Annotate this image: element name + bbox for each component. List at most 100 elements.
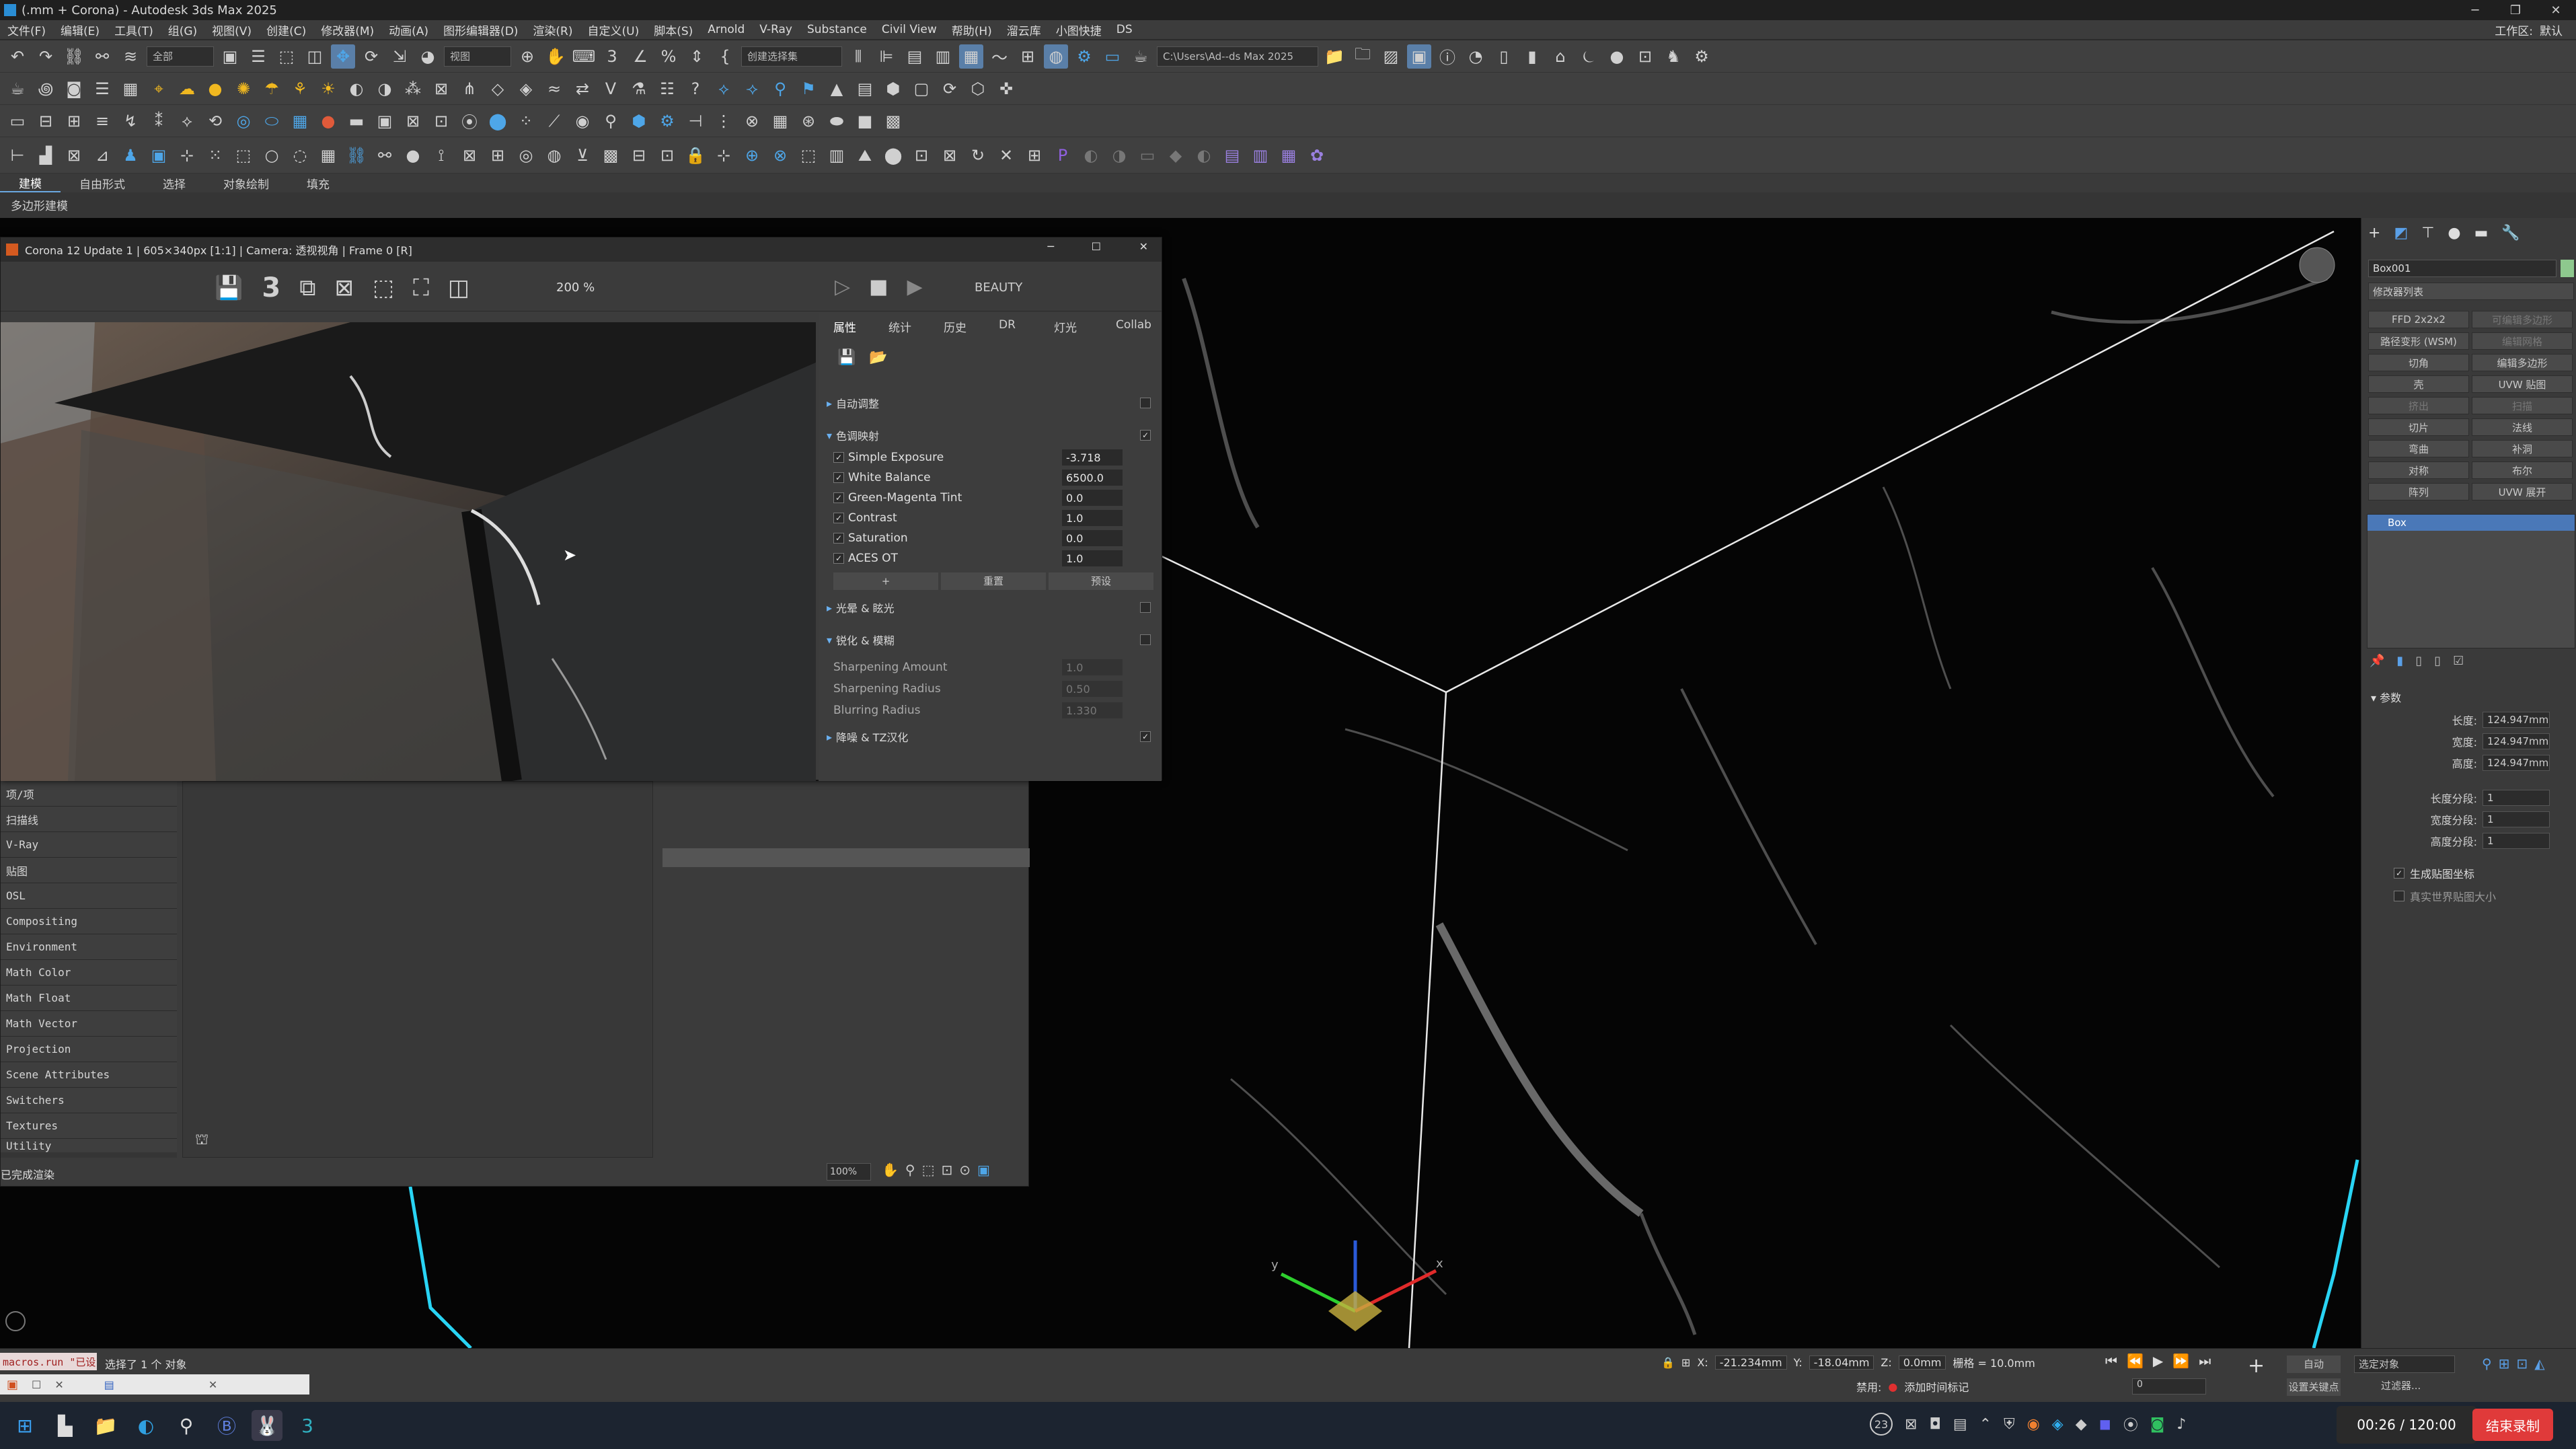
tool-m-icon[interactable]: ⊟ — [34, 109, 58, 133]
tab-populate[interactable]: 填充 — [288, 175, 348, 192]
tab-properties[interactable]: 属性 — [833, 318, 856, 335]
schematic-view-icon[interactable]: ⊞ — [1016, 44, 1040, 69]
zoom-selected-icon[interactable]: ⊙ — [959, 1162, 971, 1178]
list-item[interactable]: Projection — [1, 1037, 177, 1062]
corona-three-icon[interactable]: 3 — [262, 272, 280, 303]
corona-zoom-select[interactable]: 200 % — [556, 281, 595, 295]
tool-ci-icon[interactable]: ✕ — [994, 143, 1018, 168]
param-height-segs-value[interactable]: 1 — [2483, 833, 2550, 849]
menu-customize[interactable]: 自定义(U) — [580, 22, 647, 38]
object-color-swatch[interactable] — [2561, 260, 2574, 277]
fog-icon[interactable]: ≈ — [542, 77, 566, 101]
tool-h-icon[interactable]: ▢ — [909, 77, 934, 101]
tab-window2-icon[interactable]: ▤ — [104, 1378, 114, 1391]
section-tone[interactable]: ▾ 色调映射 ✓ — [827, 426, 1153, 445]
list-item[interactable]: Scene Attributes — [1, 1062, 177, 1088]
tool-ad-icon[interactable]: ⁘ — [514, 109, 538, 133]
app-bunny-icon[interactable]: 🐰 — [252, 1410, 282, 1441]
tool-j-icon[interactable]: ⬡ — [966, 77, 990, 101]
tab-close-icon[interactable]: ✕ — [54, 1378, 63, 1391]
go-start-icon[interactable]: ⏮ — [2105, 1353, 2117, 1369]
corona-maximize-button[interactable]: ☐ — [1092, 240, 1101, 253]
tool-u-icon[interactable]: ⬭ — [260, 109, 284, 133]
white-balance-checkbox[interactable]: ✓ — [833, 472, 844, 483]
tool-bq-icon[interactable]: ⊠ — [457, 143, 482, 168]
tool-e-icon[interactable]: ▲ — [825, 77, 849, 101]
spot-icon[interactable]: ⚘ — [288, 77, 312, 101]
tool-bo-icon[interactable]: ● — [401, 143, 425, 168]
nav-fov-icon[interactable]: ◭ — [2534, 1355, 2544, 1372]
tool-cj-icon[interactable]: ⊞ — [1022, 143, 1047, 168]
gen-uv-option[interactable]: ✓ 生成贴图坐标 — [2394, 865, 2474, 881]
spinner-snap-icon[interactable]: ⇕ — [685, 44, 709, 69]
menu-cloud-lib[interactable]: 溜云库 — [999, 22, 1049, 38]
maximize-button[interactable]: ❐ — [2495, 0, 2536, 20]
ribbon-toggle-icon[interactable]: ▦ — [959, 44, 983, 69]
mod-btn-chamfer[interactable]: 切角 — [2368, 354, 2469, 371]
menu-animation[interactable]: 动画(A) — [381, 22, 436, 38]
list-item[interactable]: Textures — [1, 1113, 177, 1139]
volume-icon[interactable]: ◈ — [514, 77, 538, 101]
stack-item-box[interactable]: Box — [2367, 515, 2575, 531]
mod-btn-extrude[interactable]: 挤出 — [2368, 397, 2469, 414]
tool-aa-icon[interactable]: ⊡ — [429, 109, 453, 133]
reference-coord-combo[interactable]: 视图 — [444, 46, 511, 67]
tool-cq-icon[interactable]: ▤ — [1220, 143, 1244, 168]
pan-icon[interactable]: ✋ — [882, 1162, 899, 1178]
menu-graph-editors[interactable]: 图形编辑器(D) — [436, 22, 525, 38]
tool-bv-icon[interactable]: ▩ — [599, 143, 623, 168]
fx-icon[interactable]: ⚗ — [627, 77, 651, 101]
edge-icon[interactable]: ◐ — [130, 1410, 161, 1441]
snaps-icon[interactable]: 3 — [600, 44, 624, 69]
param-height-value[interactable]: 124.947mm — [2483, 755, 2550, 771]
render-stop-icon[interactable]: ■ — [869, 275, 888, 299]
list-icon[interactable]: ☷ — [655, 77, 679, 101]
unlink-icon[interactable]: ⚯ — [90, 44, 114, 69]
select-object-icon[interactable]: ▣ — [218, 44, 242, 69]
tool-bj-icon[interactable]: ○ — [260, 143, 284, 168]
render-start-icon[interactable]: ▷ — [835, 275, 850, 299]
section-denoise[interactable]: ▸ 降噪 & TZ汉化 ✓ — [827, 727, 1153, 746]
tray-chevron-icon[interactable]: ⌃ — [1979, 1416, 1992, 1433]
tool-ce-icon[interactable]: ⬤ — [881, 143, 905, 168]
add-operator-button[interactable]: + — [833, 572, 938, 590]
minimize-button[interactable]: ─ — [2455, 0, 2495, 20]
lamp-icon[interactable]: ☂ — [260, 77, 284, 101]
list-item[interactable]: Utility — [1, 1139, 177, 1152]
tool-af-icon[interactable]: ◉ — [570, 109, 595, 133]
tab-window-icon[interactable]: ▣ — [7, 1378, 18, 1392]
corona-region-icon[interactable]: ⬚ — [373, 274, 394, 301]
menu-file[interactable]: 文件(F) — [0, 22, 53, 38]
tray-j-icon[interactable]: ♪ — [2176, 1416, 2186, 1433]
bloom-checkbox[interactable] — [1140, 602, 1151, 613]
corona-fit-icon[interactable]: ⛶ — [413, 274, 429, 301]
home-icon[interactable]: ⌂ — [1548, 44, 1573, 69]
frame-icon[interactable]: ⊡ — [1633, 44, 1657, 69]
camera-icon[interactable]: ◙ — [62, 77, 86, 101]
sphere-light-icon[interactable]: ● — [203, 77, 227, 101]
render-icon[interactable]: ☕ — [1129, 44, 1153, 69]
section-auto[interactable]: ▸ 自动调整 — [827, 394, 1153, 412]
green-magenta-value[interactable]: 0.0 — [1062, 490, 1123, 506]
show-end-result-icon[interactable]: ▮ — [2396, 654, 2403, 668]
corona-save-icon[interactable]: 💾 — [215, 274, 243, 301]
tool-bb-icon[interactable]: ▟ — [34, 143, 58, 168]
tool-bu-icon[interactable]: ⊻ — [570, 143, 595, 168]
tool-bf-icon[interactable]: ▣ — [147, 143, 171, 168]
list-item[interactable]: Switchers — [1, 1088, 177, 1113]
params-rollout-title[interactable]: ▾ 参数 — [2371, 689, 2401, 705]
saturation-checkbox[interactable]: ✓ — [833, 533, 844, 544]
mod-btn-ffd[interactable]: FFD 2x2x2 — [2368, 311, 2469, 328]
tool-r-icon[interactable]: ⟡ — [175, 109, 199, 133]
grid-icon[interactable]: ▦ — [118, 77, 143, 101]
tool-c-icon[interactable]: ⚲ — [768, 77, 792, 101]
selection-filter[interactable]: 全部 — [147, 46, 214, 67]
menu-ds[interactable]: DS — [1109, 23, 1140, 36]
cat-icon[interactable]: ♞ — [1661, 44, 1685, 69]
section-sharpen[interactable]: ▾ 锐化 & 模糊 — [827, 630, 1153, 649]
tool-bh-icon[interactable]: ⁙ — [203, 143, 227, 168]
hierarchy-tab-icon[interactable]: ⊤ — [2421, 225, 2434, 241]
mod-btn-boolean[interactable]: 布尔 — [2472, 461, 2573, 479]
simple-exposure-checkbox[interactable]: ✓ — [833, 452, 844, 463]
tab-collab[interactable]: Collab — [1116, 318, 1151, 332]
